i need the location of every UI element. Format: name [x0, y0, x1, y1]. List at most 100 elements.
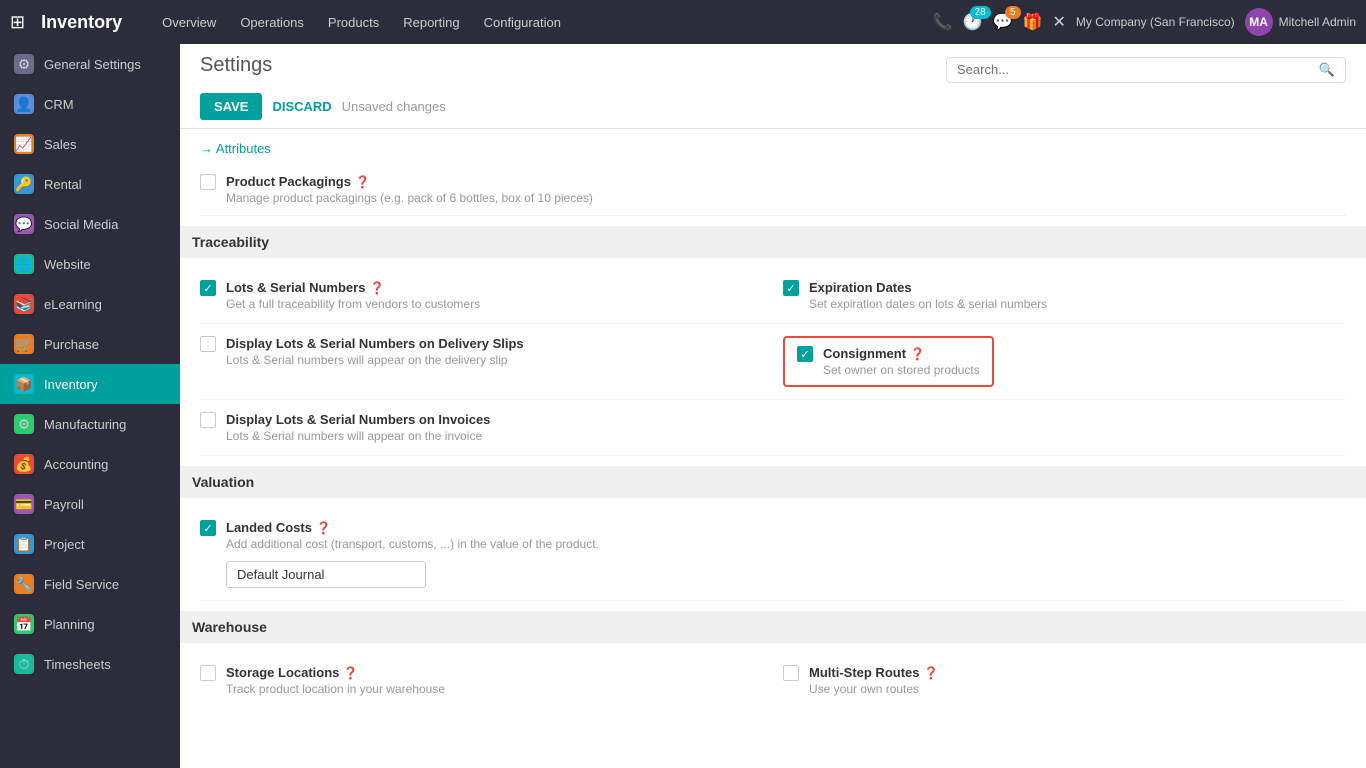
sidebar-item-crm[interactable]: 👤 CRM — [0, 84, 180, 124]
user-name: Mitchell Admin — [1279, 15, 1356, 29]
display-lots-invoices-label: Display Lots & Serial Numbers on Invoice… — [226, 412, 490, 427]
landed-costs-desc: Add additional cost (transport, customs,… — [226, 537, 599, 551]
nav-right-actions: 📞 🕐 28 💬 5 🎁 ✕ My Company (San Francisco… — [933, 8, 1356, 36]
lots-serial-item: ✓ Lots & Serial Numbers ❓ Get a full tra… — [200, 280, 763, 311]
lots-serial-checkbox[interactable]: ✓ — [200, 280, 216, 296]
message-icon[interactable]: 💬 5 — [993, 12, 1013, 32]
search-icon: 🔍 — [1319, 62, 1335, 78]
display-lots-delivery-checkbox[interactable] — [200, 336, 216, 352]
user-menu[interactable]: MA Mitchell Admin — [1245, 8, 1356, 36]
valuation-section-header: Valuation — [180, 466, 1366, 498]
lots-serial-desc: Get a full traceability from vendors to … — [226, 297, 480, 311]
search-input[interactable] — [957, 62, 1311, 77]
activity-icon[interactable]: 🕐 28 — [963, 12, 983, 32]
multi-step-routes-item: Multi-Step Routes ❓ Use your own routes — [783, 665, 1346, 696]
sidebar-item-rental[interactable]: 🔑 Rental — [0, 164, 180, 204]
page-title: Settings — [200, 54, 272, 77]
multi-step-routes-desc: Use your own routes — [809, 682, 938, 696]
landed-costs-label: Landed Costs — [226, 520, 312, 535]
display-lots-delivery-desc: Lots & Serial numbers will appear on the… — [226, 353, 524, 367]
sidebar-item-elearning[interactable]: 📚 eLearning — [0, 284, 180, 324]
gift-icon[interactable]: 🎁 — [1023, 12, 1043, 32]
expiration-dates-item: ✓ Expiration Dates Set expiration dates … — [783, 280, 1346, 311]
consignment-highlight-box: ✓ Consignment ❓ Set owner on stored prod… — [783, 336, 994, 387]
default-journal-wrapper: Default Journal — [226, 561, 599, 588]
sidebar-item-inventory[interactable]: 📦 Inventory — [0, 364, 180, 404]
purchase-icon: 🛒 — [14, 334, 34, 354]
expiration-dates-checkbox[interactable]: ✓ — [783, 280, 799, 296]
sidebar-item-timesheets[interactable]: ⏱ Timesheets — [0, 644, 180, 684]
field-service-icon: 🔧 — [14, 574, 34, 594]
landed-costs-help-icon[interactable]: ❓ — [316, 521, 331, 535]
default-journal-select[interactable]: Default Journal — [226, 561, 426, 588]
general-settings-icon: ⚙ — [14, 54, 34, 74]
sidebar-label-purchase: Purchase — [44, 337, 99, 352]
sidebar-item-manufacturing[interactable]: ⚙ Manufacturing — [0, 404, 180, 444]
sidebar-item-social-media[interactable]: 💬 Social Media — [0, 204, 180, 244]
unsaved-changes-label: Unsaved changes — [342, 99, 446, 114]
display-lots-invoices-desc: Lots & Serial numbers will appear on the… — [226, 429, 490, 443]
save-button[interactable]: SAVE — [200, 93, 262, 120]
valuation-row: ✓ Landed Costs ❓ Add additional cost (tr… — [200, 508, 1346, 601]
settings-content: → Attributes Product Packagings ❓ Manage… — [180, 129, 1366, 768]
crm-icon: 👤 — [14, 94, 34, 114]
storage-locations-checkbox[interactable] — [200, 665, 216, 681]
consignment-help-icon[interactable]: ❓ — [910, 347, 925, 361]
sidebar-item-project[interactable]: 📋 Project — [0, 524, 180, 564]
phone-icon[interactable]: 📞 — [933, 12, 953, 32]
elearning-icon: 📚 — [14, 294, 34, 314]
expiration-dates-label: Expiration Dates — [809, 280, 912, 295]
nav-reporting[interactable]: Reporting — [393, 9, 469, 36]
activity-badge: 28 — [970, 6, 991, 19]
sidebar-item-field-service[interactable]: 🔧 Field Service — [0, 564, 180, 604]
multi-step-routes-label: Multi-Step Routes — [809, 665, 920, 680]
display-lots-invoices-item: Display Lots & Serial Numbers on Invoice… — [200, 412, 763, 443]
consignment-checkbox[interactable]: ✓ — [797, 346, 813, 362]
sidebar-label-planning: Planning — [44, 617, 95, 632]
product-packagings-help-icon[interactable]: ❓ — [355, 175, 370, 189]
lots-serial-help-icon[interactable]: ❓ — [369, 281, 384, 295]
multi-step-routes-help-icon[interactable]: ❓ — [924, 666, 939, 680]
sidebar-item-general-settings[interactable]: ⚙ General Settings — [0, 44, 180, 84]
message-badge: 5 — [1005, 6, 1021, 19]
sidebar-item-sales[interactable]: 📈 Sales — [0, 124, 180, 164]
landed-costs-checkbox[interactable]: ✓ — [200, 520, 216, 536]
sidebar-item-purchase[interactable]: 🛒 Purchase — [0, 324, 180, 364]
nav-operations[interactable]: Operations — [230, 9, 314, 36]
sidebar-item-planning[interactable]: 📅 Planning — [0, 604, 180, 644]
timesheets-icon: ⏱ — [14, 654, 34, 674]
sidebar-item-website[interactable]: 🌐 Website — [0, 244, 180, 284]
product-packagings-checkbox[interactable] — [200, 174, 216, 190]
display-lots-delivery-item: Display Lots & Serial Numbers on Deliver… — [200, 336, 763, 387]
sidebar-label-inventory: Inventory — [44, 377, 97, 392]
close-icon[interactable]: ✕ — [1053, 12, 1066, 32]
landed-costs-item: ✓ Landed Costs ❓ Add additional cost (tr… — [200, 520, 1346, 588]
lots-serial-label: Lots & Serial Numbers — [226, 280, 365, 295]
sidebar-label-crm: CRM — [44, 97, 74, 112]
product-packagings-label: Product Packagings — [226, 174, 351, 189]
sidebar-label-project: Project — [44, 537, 84, 552]
sales-icon: 📈 — [14, 134, 34, 154]
product-packagings-content: Product Packagings ❓ Manage product pack… — [226, 174, 593, 205]
consignment-container: ✓ Consignment ❓ Set owner on stored prod… — [783, 336, 1346, 387]
nav-products[interactable]: Products — [318, 9, 389, 36]
sidebar-label-general-settings: General Settings — [44, 57, 141, 72]
accounting-icon: 💰 — [14, 454, 34, 474]
planning-icon: 📅 — [14, 614, 34, 634]
display-lots-invoices-checkbox[interactable] — [200, 412, 216, 428]
grid-icon[interactable]: ⊞ — [10, 12, 25, 33]
multi-step-routes-checkbox[interactable] — [783, 665, 799, 681]
discard-button[interactable]: DISCARD — [272, 99, 331, 114]
sidebar-label-website: Website — [44, 257, 91, 272]
sidebar-label-payroll: Payroll — [44, 497, 84, 512]
nav-overview[interactable]: Overview — [152, 9, 226, 36]
sidebar-item-payroll[interactable]: 💳 Payroll — [0, 484, 180, 524]
rental-icon: 🔑 — [14, 174, 34, 194]
attributes-link[interactable]: → Attributes — [200, 129, 1346, 164]
warehouse-row: Storage Locations ❓ Track product locati… — [200, 653, 1346, 708]
nav-configuration[interactable]: Configuration — [474, 9, 571, 36]
sidebar-item-accounting[interactable]: 💰 Accounting — [0, 444, 180, 484]
storage-locations-help-icon[interactable]: ❓ — [343, 666, 358, 680]
traceability-row-1: ✓ Lots & Serial Numbers ❓ Get a full tra… — [200, 268, 1346, 324]
storage-locations-label: Storage Locations — [226, 665, 339, 680]
